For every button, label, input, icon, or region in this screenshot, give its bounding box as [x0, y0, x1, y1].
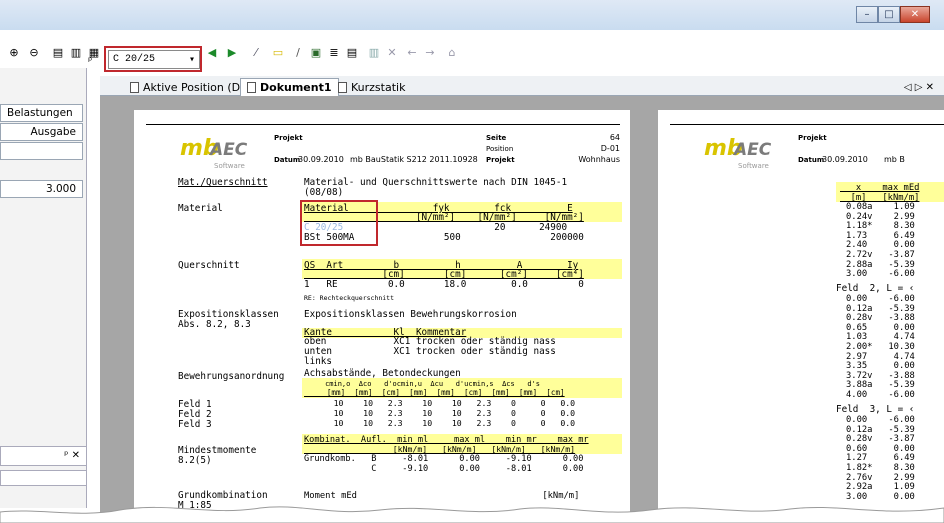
hdr-building: Wohnhaus [578, 155, 620, 164]
wand-icon[interactable]: ⁄ [248, 44, 264, 60]
tab-dokument1[interactable]: Dokument1 [240, 78, 339, 96]
hdr-projekt: Projekt [798, 134, 827, 142]
tab-kurzstatik[interactable]: Kurzstatik [332, 78, 411, 96]
close-button[interactable]: ✕ [900, 6, 930, 23]
maximize-button[interactable]: □ [878, 6, 900, 23]
hdr-position: Position [486, 145, 514, 153]
panel-field[interactable] [0, 470, 87, 486]
label-material: Material [178, 203, 223, 214]
window-titlebar: – □ ✕ [0, 0, 944, 30]
moment-rows-feld2: 0.00 -6.00 0.12a -5.39 0.28v -3.88 0.65 … [846, 294, 915, 400]
forward-green-icon[interactable]: ▶ [224, 44, 240, 60]
copy-icon[interactable]: ▥ [366, 44, 382, 60]
hdr-product: mb B [884, 155, 905, 164]
logo-software: Software [214, 162, 245, 170]
divider [670, 124, 944, 125]
zoom-in-icon[interactable]: ⊕ [6, 44, 22, 60]
document-icon [247, 82, 256, 93]
label-mat-querschnitt: Mat./Querschnitt [178, 177, 268, 188]
logo-aec: AEC [734, 140, 772, 160]
logo-software: Software [738, 162, 769, 170]
window-controls: – □ ✕ [856, 6, 930, 23]
document-tabbar: Aktive Position (D-01) Dokument1 Kurzsta… [100, 76, 944, 96]
label-felder: Feld 1 Feld 2 Feld 3 [178, 399, 212, 430]
panel-pin-close[interactable]: ᵖ ✕ [0, 446, 87, 466]
moment-col-header: x max mEd [m] [kNm/m] [850, 183, 920, 203]
querschnitt-row: 1 RE 0.0 18.0 0.0 0 [304, 279, 584, 290]
line-icon[interactable]: / [290, 44, 306, 60]
label-querschnitt: Querschnitt [178, 260, 240, 271]
hdr-datum: Datum [274, 156, 301, 164]
hdr-projekt2: Projekt [486, 156, 515, 164]
lp-item-ausgabe[interactable]: Ausgabe [0, 123, 83, 141]
zoom-out-icon[interactable]: ⊖ [26, 44, 42, 60]
back-green-icon[interactable]: ◀ [204, 44, 220, 60]
label-mindestmomente: Mindestmomente 8.2(5) [178, 445, 257, 466]
querschnitt-note: RE: Rechteckquerschnitt [304, 294, 395, 302]
list-icon[interactable]: ≣ [326, 44, 342, 60]
title-material-werte: Material- und Querschnittswerte nach DIN… [304, 177, 568, 198]
bewehrung-rows: 10 10 2.3 10 10 2.3 0 0 0.0 10 10 2.3 10… [333, 398, 576, 428]
delete-icon[interactable]: ✕ [384, 44, 400, 60]
lock-icon[interactable]: ⌂ [444, 44, 460, 60]
document-page-1: mb AEC Software Projekt Datum 30.09.2010… [134, 110, 630, 523]
left-panel: Belastungen Ausgabe 3.000 ᵖ ✕ [0, 68, 87, 508]
highlight-box-combo [104, 46, 202, 72]
mindest-rows: Grundkomb. B -8.01 0.00 -9.10 0.00 C -9.… [304, 454, 584, 474]
value-field[interactable]: 3.000 [0, 180, 83, 198]
arrow-right-icon[interactable]: → [422, 44, 438, 60]
document-icon [130, 81, 139, 93]
expositions-rows: oben XC1 trocken oder ständig nass unten… [304, 336, 556, 367]
hdr-projekt: Projekt [274, 134, 303, 142]
document-page-2: mb AEC Software Projekt Datum 30.09.2010… [658, 110, 944, 523]
label-expositionsklassen: Expositionsklassen Abs. 8.2, 8.3 [178, 309, 279, 330]
highlight-box-material [300, 200, 378, 246]
hdr-datum: Datum [798, 156, 825, 164]
torn-edge [0, 506, 944, 523]
page-view-icon[interactable]: ▤ [50, 44, 66, 60]
divider [146, 124, 620, 125]
image-icon[interactable]: ▣ [308, 44, 324, 60]
tab-label: Dokument1 [260, 81, 332, 94]
moment-rows-feld1: 0.08a 1.09 0.24v 2.99 1.18* 8.30 1.73 6.… [846, 202, 915, 280]
hdr-seite: Seite [486, 134, 507, 142]
lp-item-empty[interactable] [0, 142, 83, 160]
single-page-icon[interactable]: ▥ [68, 44, 84, 60]
hdr-date: 30.09.2010 [822, 155, 868, 164]
rect-icon[interactable]: ▭ [270, 44, 286, 60]
document-viewer: mb AEC Software Projekt Datum 30.09.2010… [100, 96, 944, 523]
document-icon [338, 81, 347, 93]
minimize-button[interactable]: – [856, 6, 878, 23]
logo-aec: AEC [210, 140, 248, 160]
hdr-page: 64 [609, 133, 620, 142]
hdr-product: mb BauStatik S212 2011.10928 [350, 155, 478, 164]
tab-nav-controls[interactable]: ◁ ▷ ✕ [898, 78, 940, 96]
feld2-title: Feld 2, L = ‹ [836, 283, 915, 294]
pin-icon[interactable]: ᵖ [88, 56, 92, 67]
expositions-title: Expositionsklassen Bewehrungskorrosion [304, 309, 517, 320]
comment-icon[interactable]: ▤ [344, 44, 360, 60]
hdr-date: 30.09.2010 [298, 155, 344, 164]
bewehrung-title: Achsabstände, Betondeckungen [304, 368, 461, 379]
mindest-units: [kNm/m] [kNm/m] [kNm/m] [kNm/m] [304, 444, 576, 454]
tab-label: Kurzstatik [351, 80, 406, 94]
label-bewehrungsanordnung: Bewehrungsanordnung [178, 371, 285, 382]
arrow-left-icon[interactable]: ← [404, 44, 420, 60]
feld3-title: Feld 3, L = ‹ [836, 404, 915, 415]
lp-item-belastungen[interactable]: Belastungen [0, 104, 83, 122]
bewehrung-units: [mm] [mm] [cm] [mm] [mm] [cm] [mm] [mm] … [304, 388, 565, 397]
hdr-pos: D-01 [600, 144, 620, 153]
